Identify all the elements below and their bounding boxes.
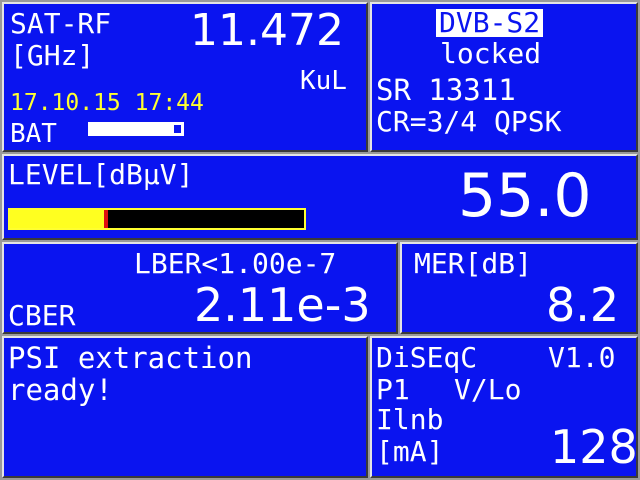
lnb-current-unit: [mA]	[376, 435, 444, 468]
level-bar-fill	[10, 210, 104, 228]
cber-value: 2.11e-3	[194, 278, 371, 332]
battery-indicator	[88, 122, 184, 136]
lnb-current-value: 128	[550, 420, 638, 474]
battery-label: BAT	[10, 119, 57, 149]
diseqc-label: DiSEqC	[376, 341, 478, 374]
band-label: KuL	[300, 66, 347, 96]
diseqc-version: V1.0	[548, 341, 616, 374]
psi-status-line1: PSI extraction	[8, 341, 253, 375]
mer-label: MER[dB]	[414, 247, 533, 280]
lnb-current-label: Ilnb	[376, 403, 444, 436]
lock-status: locked	[440, 37, 542, 70]
sat-rf-title: SAT-RF	[10, 7, 112, 40]
date-time: 17.10.15 17:44	[10, 90, 204, 116]
mer-value: 8.2	[546, 278, 620, 332]
signal-status-panel[interactable]: DVB-S2 locked SR 13311 CR=3/4 QPSK	[370, 2, 638, 152]
diseqc-panel[interactable]: DiSEqC V1.0 P1 V/Lo Ilnb [mA] 128	[370, 336, 638, 478]
symbol-rate: SR 13311	[376, 73, 516, 107]
mer-panel[interactable]: MER[dB] 8.2	[400, 242, 638, 334]
battery-empty-portion	[174, 125, 181, 133]
cber-label: CBER	[8, 299, 76, 332]
level-threshold-marker	[104, 210, 108, 228]
level-bar	[8, 208, 306, 230]
psi-panel[interactable]: PSI extraction ready!	[2, 336, 368, 478]
level-value: 55.0	[458, 161, 592, 231]
frequency-unit: [GHz]	[10, 39, 95, 72]
sat-rf-panel[interactable]: SAT-RF [GHz] 11.472 KuL 17.10.15 17:44 B…	[2, 2, 368, 152]
diseqc-port: P1	[376, 373, 410, 406]
level-label: LEVEL[dBµV]	[8, 158, 194, 191]
code-rate-modulation: CR=3/4 QPSK	[376, 105, 562, 138]
psi-status-line2: ready!	[8, 373, 113, 407]
standard-badge: DVB-S2	[436, 9, 544, 37]
ber-panel[interactable]: LBER<1.00e-7 CBER 2.11e-3	[2, 242, 398, 334]
level-panel[interactable]: LEVEL[dBµV] 55.0	[2, 154, 638, 240]
frequency-value: 11.472	[190, 5, 344, 56]
diseqc-polarization: V/Lo	[454, 373, 522, 406]
lber-value: LBER<1.00e-7	[134, 247, 337, 280]
